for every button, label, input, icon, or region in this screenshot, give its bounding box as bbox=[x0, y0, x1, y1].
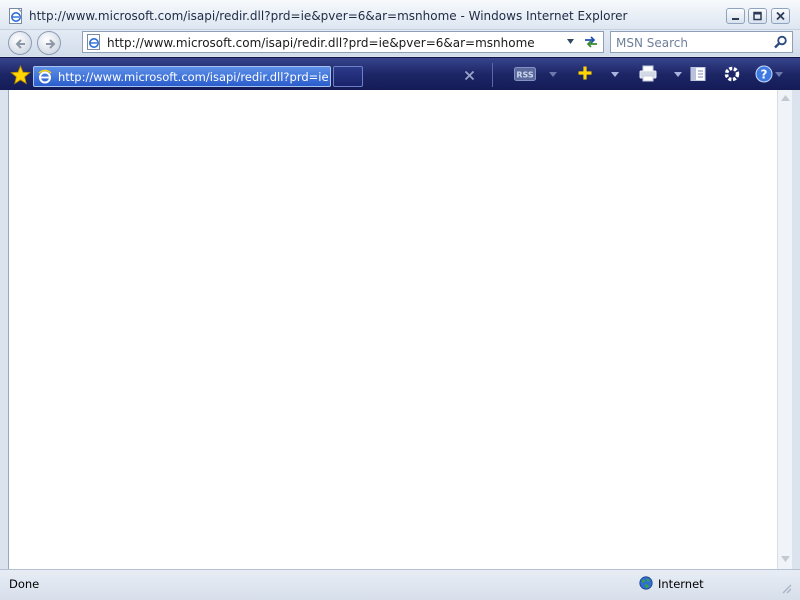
navigation-bar: http://www.microsoft.com/isapi/redir.dll… bbox=[0, 30, 800, 56]
maximize-button[interactable] bbox=[748, 8, 767, 24]
maximize-icon bbox=[753, 11, 762, 21]
status-bar: Done Internet bbox=[0, 569, 800, 600]
window-title: http://www.microsoft.com/isapi/redir.dll… bbox=[29, 9, 628, 23]
chevron-down-icon[interactable] bbox=[566, 37, 575, 46]
address-bar[interactable]: http://www.microsoft.com/isapi/redir.dll… bbox=[82, 31, 604, 53]
status-text: Done bbox=[9, 577, 40, 591]
minimize-button[interactable] bbox=[726, 8, 745, 24]
favorites-star-icon[interactable] bbox=[10, 65, 31, 85]
scroll-down-icon[interactable] bbox=[781, 556, 790, 562]
title-bar: http://www.microsoft.com/isapi/redir.dll… bbox=[0, 0, 800, 30]
address-input[interactable]: http://www.microsoft.com/isapi/redir.dll… bbox=[107, 36, 535, 50]
close-button[interactable] bbox=[771, 8, 790, 24]
page-content-area[interactable] bbox=[8, 90, 777, 569]
close-tab-icon[interactable] bbox=[464, 70, 475, 81]
search-icon[interactable] bbox=[773, 35, 788, 50]
page-icon[interactable] bbox=[690, 66, 706, 82]
minimize-icon bbox=[732, 18, 739, 20]
ie-logo-icon bbox=[38, 69, 52, 84]
chevron-down-icon[interactable] bbox=[611, 72, 619, 78]
vertical-scrollbar[interactable] bbox=[777, 90, 792, 569]
scroll-up-icon[interactable] bbox=[781, 95, 790, 101]
rss-feed-button[interactable]: RSS bbox=[514, 67, 536, 81]
tab-current-page[interactable]: http://www.microsoft.com/isapi/redir.dll… bbox=[33, 66, 331, 87]
svg-text:?: ? bbox=[761, 68, 768, 82]
rss-label: RSS bbox=[516, 71, 534, 80]
back-arrow-icon bbox=[15, 39, 25, 49]
close-icon bbox=[776, 11, 785, 21]
search-input[interactable]: MSN Search bbox=[616, 36, 688, 50]
command-bar: http://www.microsoft.com/isapi/redir.dll… bbox=[0, 57, 800, 90]
new-tab-button[interactable] bbox=[333, 66, 363, 87]
ie-page-icon bbox=[87, 34, 100, 50]
chevron-down-icon[interactable] bbox=[674, 72, 682, 78]
ie-page-icon bbox=[9, 8, 22, 24]
toolbar-separator bbox=[492, 63, 493, 87]
tab-label: http://www.microsoft.com/isapi/redir.dll… bbox=[58, 70, 328, 84]
help-icon[interactable]: ? bbox=[755, 65, 773, 83]
back-button[interactable] bbox=[8, 31, 32, 55]
forward-arrow-icon bbox=[46, 39, 56, 49]
forward-button[interactable] bbox=[37, 31, 61, 55]
resize-grip-icon[interactable] bbox=[780, 582, 792, 594]
add-favorite-icon[interactable] bbox=[577, 65, 593, 81]
gear-icon[interactable] bbox=[723, 65, 741, 83]
print-icon[interactable] bbox=[639, 65, 657, 82]
globe-icon bbox=[639, 576, 653, 590]
security-zone-label: Internet bbox=[658, 577, 704, 591]
search-box[interactable]: MSN Search bbox=[610, 31, 793, 53]
refresh-icon[interactable] bbox=[583, 34, 599, 50]
chevron-down-icon[interactable] bbox=[549, 72, 557, 78]
chevron-down-icon[interactable] bbox=[775, 72, 783, 78]
